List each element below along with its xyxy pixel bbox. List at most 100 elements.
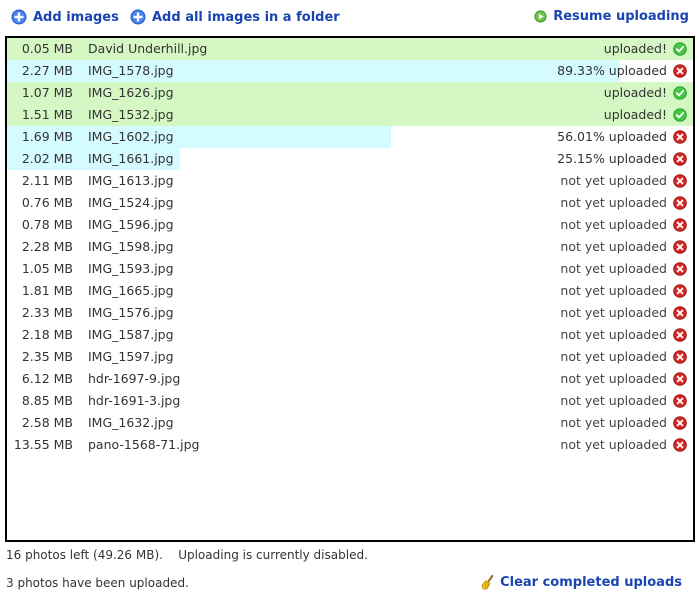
file-row: 2.11 MB IMG_1613.jpg not yet uploaded [7, 170, 693, 192]
file-name: IMG_1626.jpg [88, 85, 174, 100]
remove-circle-icon[interactable] [673, 350, 687, 364]
file-name: IMG_1578.jpg [88, 63, 174, 78]
file-row: 2.02 MB IMG_1661.jpg 25.15% uploaded [7, 148, 693, 170]
file-size: 2.18 MB [21, 327, 73, 342]
file-name: IMG_1602.jpg [88, 129, 174, 144]
file-name: IMG_1587.jpg [88, 327, 174, 342]
file-row: 6.12 MB hdr-1697-9.jpg not yet uploaded [7, 368, 693, 390]
file-row: 0.76 MB IMG_1524.jpg not yet uploaded [7, 192, 693, 214]
upload-status: not yet uploaded [560, 173, 667, 188]
upload-status: not yet uploaded [560, 305, 667, 320]
remove-circle-icon[interactable] [673, 130, 687, 144]
file-name: IMG_1576.jpg [88, 305, 174, 320]
remove-circle-icon[interactable] [673, 284, 687, 298]
file-row: 2.33 MB IMG_1576.jpg not yet uploaded [7, 302, 693, 324]
remove-circle-icon[interactable] [673, 372, 687, 386]
file-size: 1.07 MB [21, 85, 73, 100]
add-folder-label: Add all images in a folder [152, 9, 340, 25]
file-size: 1.51 MB [21, 107, 73, 122]
file-size: 1.69 MB [21, 129, 73, 144]
file-size: 2.27 MB [21, 63, 73, 78]
remove-circle-icon[interactable] [673, 328, 687, 342]
file-row: 2.18 MB IMG_1587.jpg not yet uploaded [7, 324, 693, 346]
file-name: IMG_1598.jpg [88, 239, 174, 254]
upload-status: uploaded! [603, 107, 667, 122]
file-name: IMG_1597.jpg [88, 349, 174, 364]
file-name: IMG_1532.jpg [88, 107, 174, 122]
upload-status: not yet uploaded [560, 349, 667, 364]
file-row: 1.05 MB IMG_1593.jpg not yet uploaded [7, 258, 693, 280]
remove-circle-icon[interactable] [673, 394, 687, 408]
file-row: 1.81 MB IMG_1665.jpg not yet uploaded [7, 280, 693, 302]
file-size: 8.85 MB [21, 393, 73, 408]
file-size: 1.81 MB [21, 283, 73, 298]
file-size: 2.33 MB [21, 305, 73, 320]
add-folder-button[interactable]: Add all images in a folder [130, 9, 340, 25]
resume-uploading-button[interactable]: Resume uploading [534, 9, 689, 24]
file-size: 2.58 MB [21, 415, 73, 430]
plus-circle-icon [11, 9, 27, 25]
remove-circle-icon[interactable] [673, 416, 687, 430]
file-name: IMG_1613.jpg [88, 173, 174, 188]
upload-status: not yet uploaded [560, 195, 667, 210]
file-row: 0.78 MB IMG_1596.jpg not yet uploaded [7, 214, 693, 236]
file-name: IMG_1593.jpg [88, 261, 174, 276]
clear-completed-label: Clear completed uploads [500, 574, 682, 590]
upload-status: not yet uploaded [560, 393, 667, 408]
upload-status: uploaded! [603, 85, 667, 100]
file-name: IMG_1632.jpg [88, 415, 174, 430]
upload-file-list[interactable]: 0.05 MB David Underhill.jpg uploaded! 2.27 … [5, 36, 695, 542]
file-row: 1.69 MB IMG_1602.jpg 56.01% uploaded [7, 126, 693, 148]
play-icon [534, 10, 547, 23]
file-size: 13.55 MB [13, 437, 73, 452]
remove-circle-icon[interactable] [673, 174, 687, 188]
file-size: 1.05 MB [21, 261, 73, 276]
upload-status: not yet uploaded [560, 283, 667, 298]
check-circle-icon [673, 86, 687, 100]
clear-completed-button[interactable]: Clear completed uploads [480, 574, 682, 590]
resume-uploading-label: Resume uploading [553, 9, 689, 24]
file-row: 2.58 MB IMG_1632.jpg not yet uploaded [7, 412, 693, 434]
remove-circle-icon[interactable] [673, 64, 687, 78]
upload-status: 56.01% uploaded [557, 129, 667, 144]
file-row: 13.55 MB pano-1568-71.jpg not yet uploaded [7, 434, 693, 456]
remove-circle-icon[interactable] [673, 262, 687, 276]
plus-circle-icon [130, 9, 146, 25]
broom-icon [481, 574, 494, 590]
file-name: IMG_1596.jpg [88, 217, 174, 232]
file-size: 2.02 MB [21, 151, 73, 166]
upload-status: 25.15% uploaded [557, 151, 667, 166]
file-row: 1.51 MB IMG_1532.jpg uploaded! [7, 104, 693, 126]
photos-uploaded-status: 3 photos have been uploaded. [6, 576, 189, 590]
remove-circle-icon[interactable] [673, 240, 687, 254]
file-name: hdr-1691-3.jpg [88, 393, 181, 408]
file-row: 2.28 MB IMG_1598.jpg not yet uploaded [7, 236, 693, 258]
file-row: 1.07 MB IMG_1626.jpg uploaded! [7, 82, 693, 104]
upload-status: uploaded! [603, 41, 667, 56]
add-images-button[interactable]: Add images [11, 9, 119, 25]
upload-status: not yet uploaded [560, 217, 667, 232]
remove-circle-icon[interactable] [673, 306, 687, 320]
file-name: hdr-1697-9.jpg [88, 371, 181, 386]
remove-circle-icon[interactable] [673, 152, 687, 166]
file-row: 2.35 MB IMG_1597.jpg not yet uploaded [7, 346, 693, 368]
file-size: 6.12 MB [21, 371, 73, 386]
check-circle-icon [673, 42, 687, 56]
file-name: IMG_1524.jpg [88, 195, 174, 210]
add-images-label: Add images [33, 9, 119, 25]
upload-status: 89.33% uploaded [557, 63, 667, 78]
upload-status: not yet uploaded [560, 371, 667, 386]
file-size: 2.28 MB [21, 239, 73, 254]
remove-circle-icon[interactable] [673, 218, 687, 232]
file-row: 0.05 MB David Underhill.jpg uploaded! [7, 38, 693, 60]
remove-circle-icon[interactable] [673, 438, 687, 452]
file-size: 2.11 MB [21, 173, 73, 188]
upload-status: not yet uploaded [560, 261, 667, 276]
remove-circle-icon[interactable] [673, 196, 687, 210]
photos-left-status: 16 photos left (49.26 MB). Uploading is … [6, 548, 368, 562]
file-size: 2.35 MB [21, 349, 73, 364]
file-size: 0.76 MB [21, 195, 73, 210]
file-name: David Underhill.jpg [88, 41, 208, 56]
upload-status: not yet uploaded [560, 239, 667, 254]
toolbar: Add images Add all images in a folder Re… [0, 0, 700, 36]
